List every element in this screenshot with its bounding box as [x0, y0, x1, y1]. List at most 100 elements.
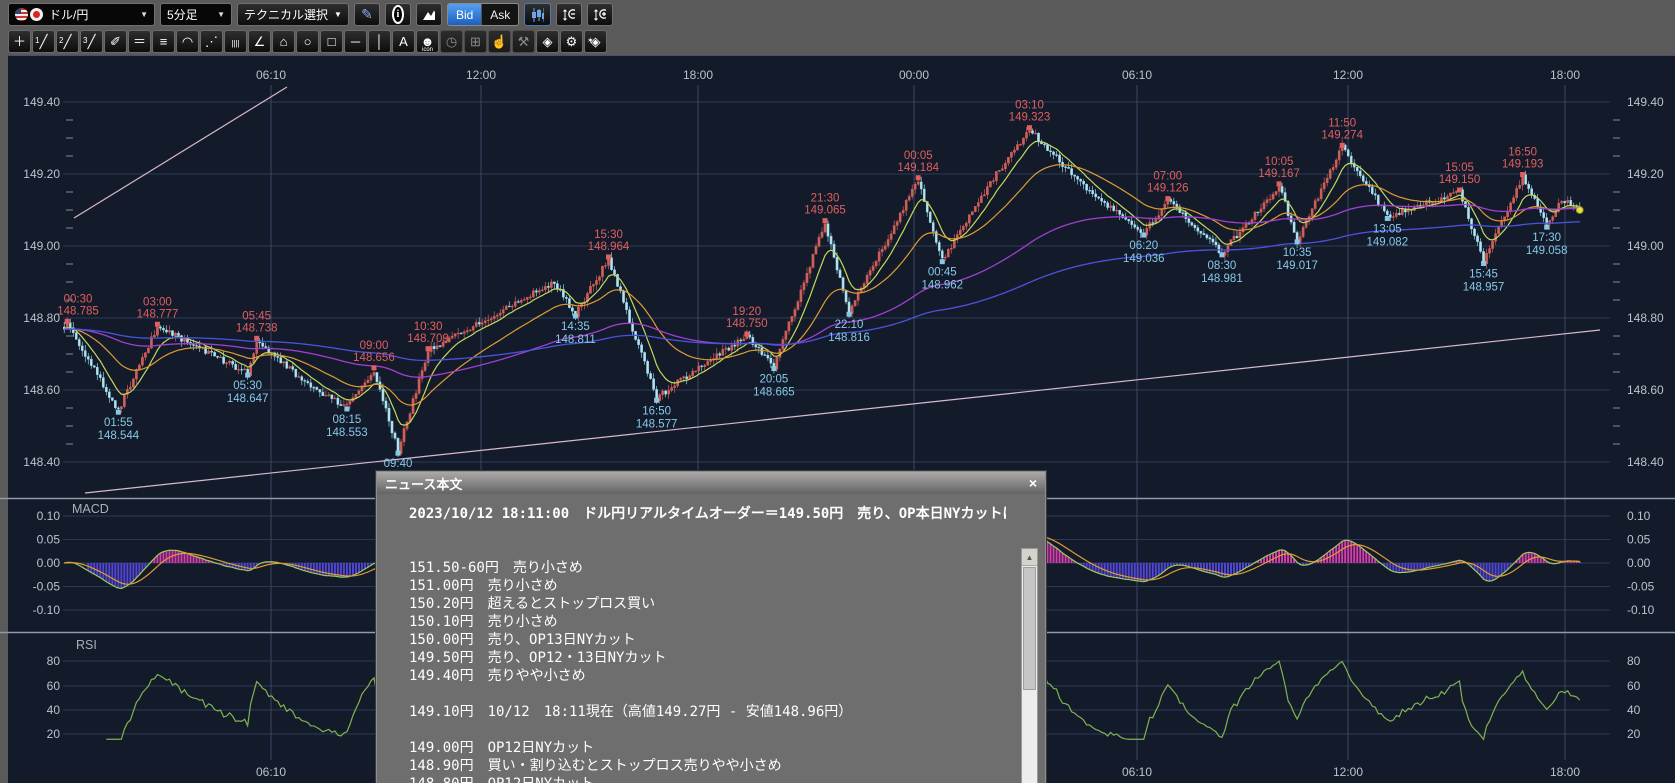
currency-pair-label: ドル/円 — [49, 6, 88, 23]
annotation-time: 07:00 — [1153, 171, 1182, 183]
currency-pair-selector[interactable]: ドル/円 ▼ — [8, 3, 155, 26]
peak-marker — [916, 175, 921, 180]
zoom-in-button[interactable] — [587, 3, 613, 26]
fan-lines-tool[interactable]: ⋰ — [200, 30, 223, 53]
rsi-pane-label: RSI — [76, 638, 97, 652]
icon-stamp-tool[interactable]: ☻icon — [416, 30, 439, 53]
settings-tool[interactable]: ⚙ — [560, 30, 583, 53]
annotation-value: 148.647 — [227, 393, 269, 405]
news-line: 151.00円 売り小さめ — [409, 577, 989, 595]
eraser-tool[interactable]: ◈ — [536, 30, 559, 53]
annotation-time: 08:30 — [1208, 260, 1237, 272]
multi-hline-tool[interactable]: ≡ — [152, 30, 175, 53]
macd-axis-label: 0.00 — [1627, 556, 1651, 570]
news-line: 150.10円 売り小さめ — [409, 613, 989, 631]
annotation-value: 148.577 — [636, 418, 678, 430]
trough-marker — [940, 259, 945, 264]
annotation-value: 149.036 — [1123, 253, 1165, 265]
annotation-time: 13:05 — [1373, 223, 1402, 235]
news-line: 149.10円 10/12 18:11現在（高値149.27円 - 安値148.… — [409, 703, 989, 721]
annotation-time: 10:05 — [1265, 156, 1294, 168]
rsi-axis-label: 20 — [47, 727, 61, 741]
hline-tool[interactable]: ─ — [344, 30, 367, 53]
text-tool[interactable]: A — [392, 30, 415, 53]
news-line: 149.00円 OP12日NYカット — [409, 739, 989, 757]
time-axis-label: 06:10 — [256, 765, 286, 779]
pentagon-tool[interactable]: ⌂ — [272, 30, 295, 53]
annotation-time: 09:40 — [384, 458, 413, 470]
technical-select-button[interactable]: テクニカル選択 ▼ — [237, 3, 349, 26]
draw-pencil-button[interactable]: ✎ — [354, 3, 380, 26]
last-price-dot — [1576, 207, 1583, 214]
peak-marker — [1165, 196, 1170, 201]
history-tool: ◷ — [440, 30, 463, 53]
scroll-thumb[interactable] — [1023, 567, 1036, 690]
peak-marker — [65, 319, 70, 324]
news-scrollbar[interactable]: ▲ — [1021, 548, 1038, 783]
macd-axis-label: -0.10 — [33, 603, 61, 617]
parallel-lines-tool[interactable]: ＝ — [128, 30, 151, 53]
annotation-time: 00:45 — [928, 267, 957, 279]
trendline-3-tool[interactable]: 3╱ — [80, 30, 103, 53]
info-button[interactable]: i — [385, 3, 411, 26]
annotation-time: 22:10 — [835, 319, 864, 331]
annotation-value: 148.981 — [1201, 273, 1243, 285]
rsi-axis-label: 40 — [1627, 703, 1641, 717]
vline-tool[interactable]: │ — [368, 30, 391, 53]
rectangle-tool[interactable]: □ — [320, 30, 343, 53]
rsi-axis-label: 60 — [1627, 679, 1641, 693]
macd-pane-label: MACD — [72, 502, 109, 516]
news-body: 151.50-60円 売り小さめ151.00円 売り小さめ150.20円 超える… — [409, 559, 989, 783]
rsi-axis-label: 20 — [1627, 727, 1641, 741]
pen-tool[interactable]: ✐ — [104, 30, 127, 53]
annotation-value: 149.150 — [1439, 174, 1481, 186]
chart-type-button[interactable] — [524, 3, 551, 26]
time-axis-label: 12:00 — [1333, 68, 1363, 82]
peak-marker — [744, 332, 749, 337]
price-axis-label: 149.40 — [1627, 95, 1664, 109]
vertical-lines-tool[interactable]: |||| — [224, 30, 247, 53]
bid-ask-toggle: Bid Ask — [447, 3, 519, 26]
close-icon[interactable]: × — [1029, 476, 1037, 490]
arc-tool[interactable]: ◠ — [176, 30, 199, 53]
macd-axis-label: 0.05 — [1627, 533, 1651, 547]
annotation-value: 149.184 — [897, 162, 939, 174]
chevron-down-icon: ▼ — [334, 10, 342, 19]
annotation-value: 149.323 — [1009, 112, 1051, 124]
macd-axis-label: -0.05 — [33, 580, 61, 594]
timeframe-selector[interactable]: 5分足 ▼ — [160, 3, 232, 26]
trough-marker — [847, 312, 852, 317]
bid-button[interactable]: Bid — [448, 4, 481, 25]
time-axis-label: 06:10 — [1122, 68, 1152, 82]
scroll-up-arrow[interactable]: ▲ — [1022, 549, 1037, 566]
time-axis-label: 06:10 — [1122, 765, 1152, 779]
peak-marker — [254, 336, 259, 341]
news-window[interactable]: ニュース本文 × 2023/10/12 18:11:00 ドル円リアルタイムオー… — [375, 470, 1047, 783]
annotation-time: 15:45 — [1469, 268, 1498, 280]
price-axis-label: 148.80 — [1627, 311, 1664, 325]
zoom-in-icon — [594, 7, 606, 23]
trendline-1-tool[interactable]: 1╱ — [32, 30, 55, 53]
annotation-time: 20:05 — [759, 374, 788, 386]
annotation-value: 148.777 — [137, 308, 179, 320]
trough-marker — [396, 451, 401, 456]
time-axis-label: 12:00 — [1333, 765, 1363, 779]
circle-tool[interactable]: ○ — [296, 30, 319, 53]
ask-button[interactable]: Ask — [481, 4, 518, 25]
peak-marker — [606, 254, 611, 259]
annotation-time: 15:05 — [1445, 162, 1474, 174]
trendline-2-tool[interactable]: 2╱ — [56, 30, 79, 53]
clear-all-tool[interactable]: ✶◈ — [584, 30, 607, 53]
annotation-value: 149.167 — [1258, 168, 1300, 180]
mountain-chart-button[interactable] — [416, 3, 442, 26]
zoom-out-button[interactable] — [556, 3, 582, 26]
news-headline: 2023/10/12 18:11:00 ドル円リアルタイムオーダー＝149.50… — [409, 503, 1006, 523]
ray-lines-tool[interactable]: ∠ — [248, 30, 271, 53]
news-titlebar[interactable]: ニュース本文 × — [377, 472, 1045, 494]
crosshair-tool[interactable]: ＋ — [8, 30, 31, 53]
chevron-down-icon: ▼ — [217, 10, 225, 19]
time-axis-label: 18:00 — [1550, 68, 1580, 82]
time-axis-label: 12:00 — [466, 68, 496, 82]
pencil-icon: ✎ — [361, 6, 373, 23]
annotation-value: 148.957 — [1463, 281, 1505, 293]
